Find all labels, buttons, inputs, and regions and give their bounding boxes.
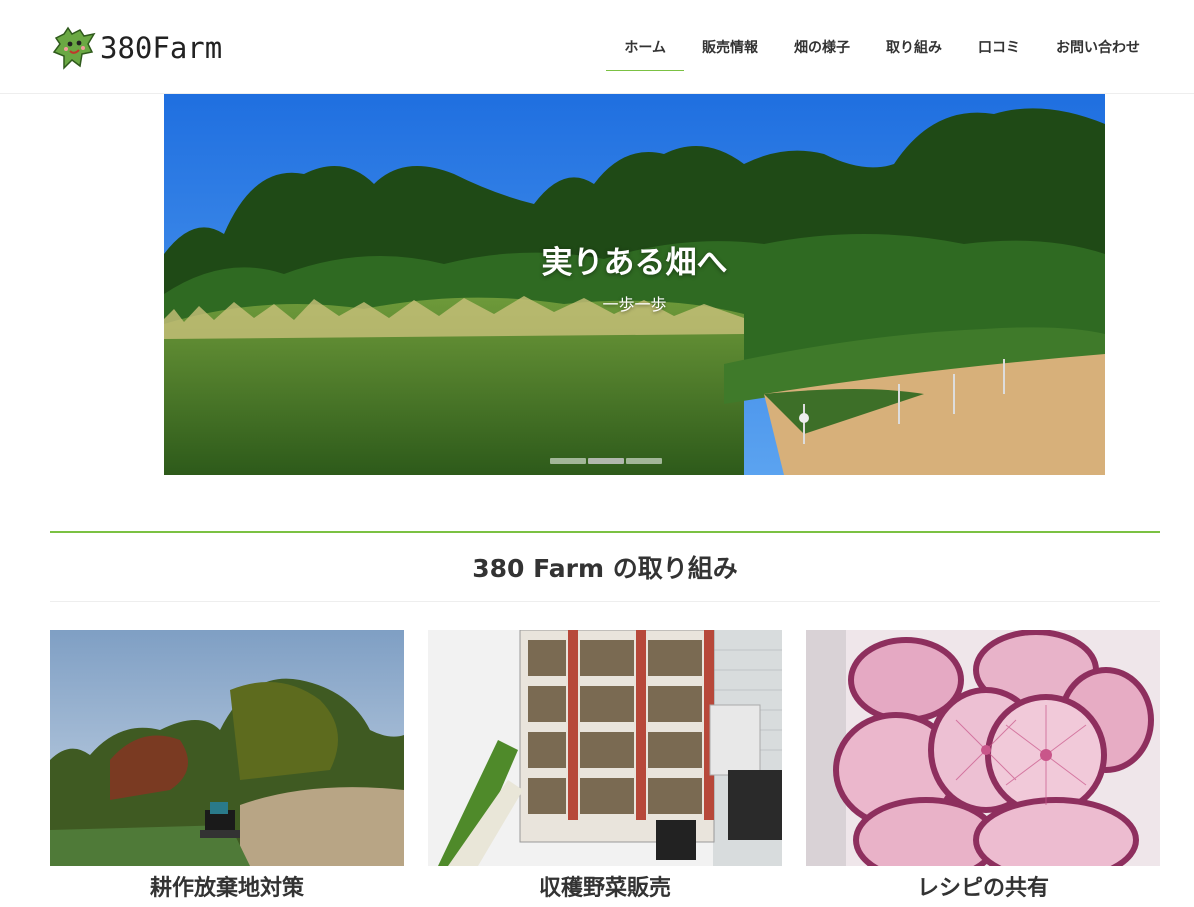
slider-dot[interactable]	[588, 458, 624, 464]
card-title: レシピの共有	[916, 876, 1049, 901]
logo-text: 380Farm	[100, 31, 223, 65]
card-title: 耕作放棄地対策	[149, 876, 304, 901]
section-divider	[50, 601, 1160, 602]
nav-item-contact[interactable]: お問い合わせ	[1038, 0, 1158, 94]
card-recipe-sharing[interactable]: レシピの共有	[806, 630, 1160, 902]
site-header: 380Farm ホーム 販売情報 畑の様子 取り組み 口コミ お問い合わせ	[0, 0, 1194, 94]
vegetable-locker-photo	[428, 630, 782, 866]
nav-item-reviews[interactable]: 口コミ	[960, 0, 1038, 94]
nav-item-home[interactable]: ホーム	[606, 0, 684, 94]
mascot-logo-icon	[52, 26, 96, 70]
card-image	[50, 630, 404, 866]
hero-slider: 実りある畑へ 一歩一歩	[164, 94, 1105, 475]
card-image	[428, 630, 782, 866]
slider-pagination	[550, 458, 662, 464]
main-nav: ホーム 販売情報 畑の様子 取り組み 口コミ お問い合わせ	[606, 0, 1158, 94]
sliced-radish-photo	[806, 630, 1160, 866]
card-abandoned-farmland[interactable]: 耕作放棄地対策	[50, 630, 404, 902]
card-vegetable-sales[interactable]: 収穫野菜販売	[428, 630, 782, 902]
slider-dot[interactable]	[550, 458, 586, 464]
nav-item-field-status[interactable]: 畑の様子	[776, 0, 868, 94]
section-top-rule	[50, 531, 1160, 533]
nav-item-initiatives[interactable]: 取り組み	[868, 0, 960, 94]
nav-item-sales-info[interactable]: 販売情報	[684, 0, 776, 94]
section-title: 380 Farm の取り組み	[472, 554, 738, 583]
field-clearing-photo	[50, 630, 404, 866]
hero-cornfield-photo	[164, 94, 1105, 475]
slider-dot[interactable]	[626, 458, 662, 464]
hero-subtitle: 一歩一歩	[602, 295, 667, 314]
hero-title: 実りある畑へ	[541, 245, 728, 281]
card-image	[806, 630, 1160, 866]
card-title: 収穫野菜販売	[538, 876, 671, 901]
site-logo[interactable]: 380Farm	[50, 24, 222, 72]
